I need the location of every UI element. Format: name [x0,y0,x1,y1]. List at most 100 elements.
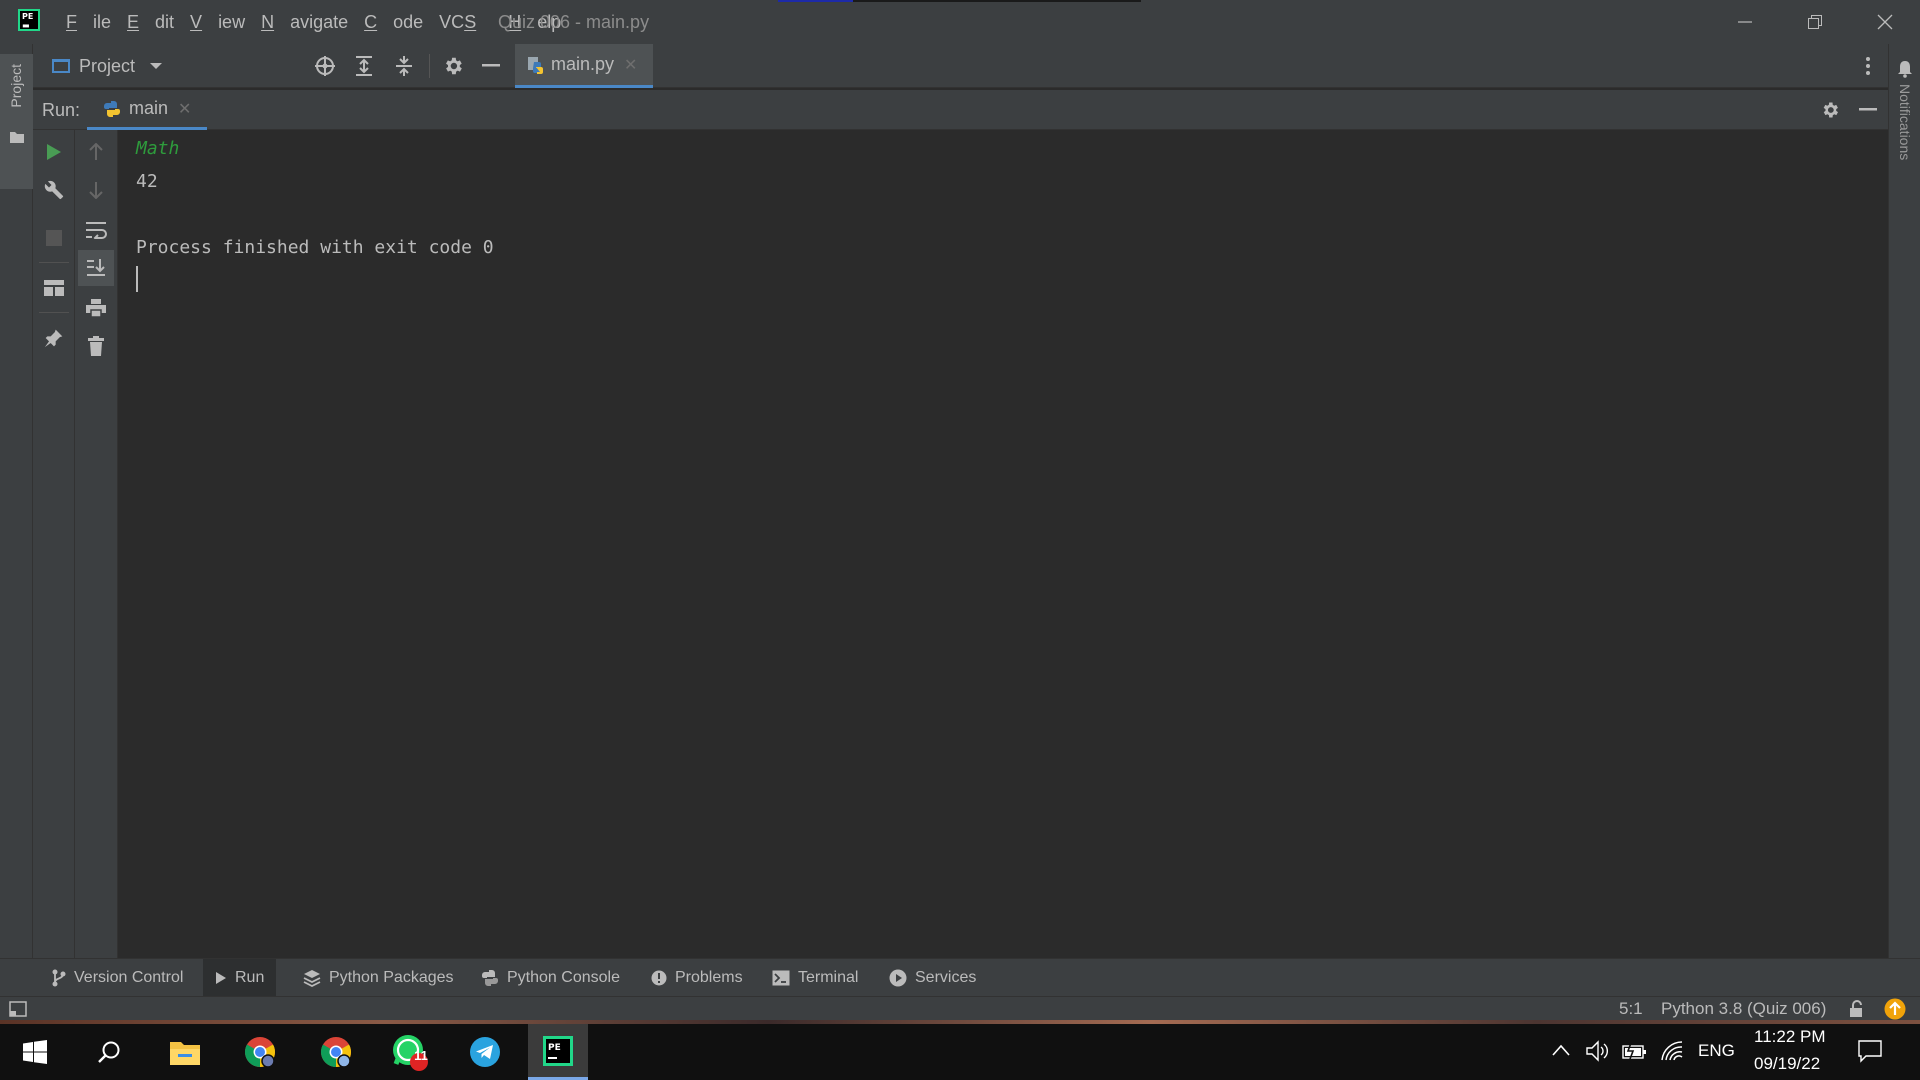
left-tool-stripe: Project [0,44,33,960]
clear-all-button[interactable] [75,328,117,364]
scroll-to-end-icon [87,259,105,276]
editor-tab-main-py[interactable]: main.py ✕ [515,44,653,88]
tool-window-label: Python Console [507,969,620,986]
toggle-tool-windows-icon[interactable] [9,1001,27,1017]
chrome-profile-button[interactable] [306,1024,366,1080]
project-label: Project [79,55,136,76]
minimize-icon [482,64,500,67]
python-console-icon [482,970,498,986]
close-window-button[interactable] [1850,0,1920,44]
notifications-center-icon[interactable] [1858,1039,1882,1063]
editor-more-button[interactable] [1853,51,1883,81]
clock-date[interactable]: 09/19/22 [1754,1054,1820,1074]
expand-all-button[interactable] [349,51,379,81]
input-language[interactable]: ENG [1698,1041,1735,1061]
telegram-button[interactable] [455,1024,515,1080]
pycharm-logo-icon: PE [543,1035,573,1066]
file-explorer-button[interactable] [155,1024,215,1080]
toolbar-separator [39,262,69,263]
bell-icon[interactable] [1897,60,1913,78]
restore-layout-button[interactable] [33,270,75,306]
trash-icon [88,336,104,356]
tool-window-python-console[interactable]: Python Console [469,959,632,997]
battery-icon[interactable] [1622,1042,1648,1060]
menu-navigate[interactable]: Navigate [261,12,348,33]
tool-window-problems[interactable]: Problems [639,959,755,997]
run-label: Run: [42,100,81,120]
title-accent-blue [778,0,853,2]
run-tab-main[interactable]: main ✕ [87,90,207,130]
menu-vcs[interactable]: VCS [439,12,492,33]
hide-project-button[interactable] [476,51,506,81]
pycharm-logo-icon[interactable]: PE ▬ [18,9,40,31]
print-button[interactable] [75,290,117,326]
volume-icon[interactable] [1586,1040,1610,1062]
collapse-all-icon [396,56,412,76]
title-bar: PE ▬ File Edit View Navigate Code VCS Hel… [0,0,1920,44]
project-view-selector[interactable]: Project [51,44,163,88]
search-button[interactable] [79,1024,139,1080]
scroll-to-end-button[interactable] [78,250,114,286]
show-hidden-icons-icon[interactable] [1552,1044,1570,1056]
notifications-label[interactable]: Notifications [1897,84,1913,160]
pin-tab-button[interactable] [33,320,75,356]
console-line-2: 42 [136,171,158,192]
project-options-button[interactable] [438,51,468,81]
caret-position[interactable]: 5:1 [1619,997,1643,1021]
tool-window-bar: Version Control Run Python Packages Pyth… [0,958,1920,997]
edit-configuration-button[interactable] [33,172,75,208]
menu-view[interactable]: View [190,12,245,33]
update-available-icon[interactable] [1884,998,1906,1020]
tool-window-services[interactable]: Services [877,959,988,997]
tool-window-run[interactable]: Run [203,959,277,997]
tool-window-label: Problems [675,969,743,986]
wifi-icon[interactable] [1660,1040,1684,1062]
unlock-icon[interactable] [1849,1000,1865,1018]
stop-button[interactable] [33,220,75,256]
collapse-all-button[interactable] [389,51,419,81]
project-stripe-button[interactable]: Project [0,54,33,189]
chrome-button[interactable] [230,1024,290,1080]
terminal-icon [772,970,790,986]
menu-code[interactable]: Code [364,12,423,33]
layout-icon [44,280,64,296]
hide-run-button[interactable] [1853,95,1883,125]
menu-edit[interactable]: Edit [127,12,174,33]
run-panel-header: Run: main ✕ [33,90,1888,130]
whatsapp-button[interactable]: 11 [380,1024,440,1080]
restore-window-button[interactable] [1780,0,1850,44]
interpreter-selector[interactable]: Python 3.8 (Quiz 006) [1661,997,1826,1021]
rerun-button[interactable] [33,134,75,170]
soft-wrap-icon [86,222,107,239]
windows-taskbar: 11 PE ENG 11:22 PM 09/19/22 [0,1024,1920,1080]
soft-wrap-button[interactable] [75,212,117,248]
tool-window-python-packages[interactable]: Python Packages [291,959,466,997]
next-occurrence-button[interactable] [75,172,117,208]
start-button[interactable] [5,1024,65,1080]
tool-window-label: Python Packages [329,969,454,986]
run-tab-label: main [129,98,169,118]
tool-window-terminal[interactable]: Terminal [760,959,870,997]
close-tab-icon[interactable]: ✕ [624,55,637,75]
menu-file[interactable]: File [66,12,111,33]
tool-window-label: Terminal [798,969,859,986]
restore-icon [1808,15,1822,29]
project-stripe-label: Project [8,64,24,108]
previous-occurrence-button[interactable] [75,134,117,170]
close-run-tab-icon[interactable]: ✕ [178,99,191,119]
run-console[interactable]: Math 42 Process finished with exit code … [118,130,1888,958]
chrome-icon [244,1037,276,1068]
clock-time[interactable]: 11:22 PM [1754,1027,1826,1047]
minimize-window-button[interactable] [1710,0,1780,44]
run-options-button[interactable] [1815,95,1845,125]
text-caret [136,266,138,292]
pycharm-taskbar-button[interactable]: PE [528,1024,588,1080]
crosshair-icon [315,56,335,76]
tool-window-version-control[interactable]: Version Control [40,959,195,997]
select-opened-file-button[interactable] [310,51,340,81]
arrow-down-icon [89,182,103,199]
toolbar-separator [429,54,430,78]
expand-all-icon [356,56,372,76]
status-bar: 5:1 Python 3.8 (Quiz 006) [0,996,1920,1020]
info-icon [651,970,667,986]
